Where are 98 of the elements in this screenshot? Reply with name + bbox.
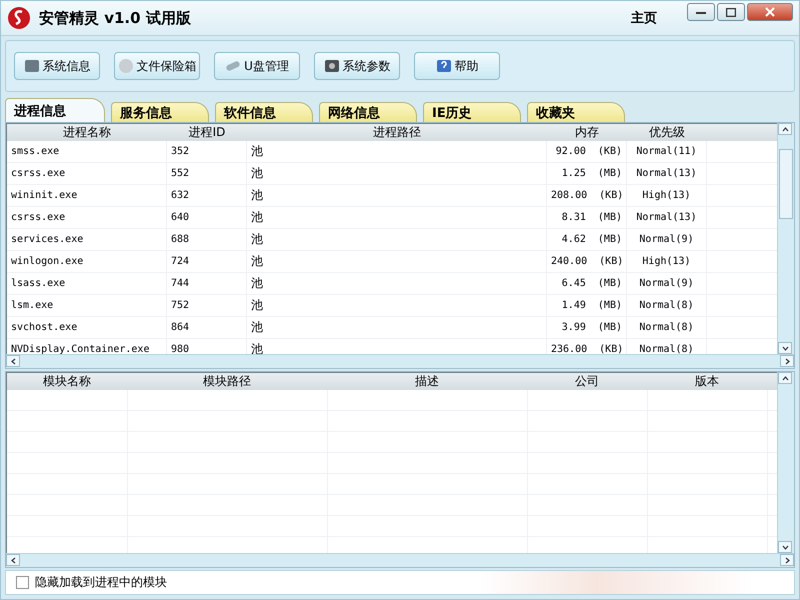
- column-header[interactable]: 进程ID: [167, 124, 247, 141]
- monitor-icon: [24, 58, 40, 74]
- table-cell: Normal(8): [627, 295, 707, 316]
- table-cell: 池: [247, 273, 547, 294]
- table-cell: 752: [167, 295, 247, 316]
- table-cell: 632: [167, 185, 247, 206]
- scrollbar[interactable]: [777, 372, 794, 553]
- table-cell: services.exe: [7, 229, 167, 250]
- horizontal-scrollbar[interactable]: [6, 553, 794, 567]
- table-cell: 208.00 (KB): [547, 185, 627, 206]
- chevron-icon: [10, 556, 16, 564]
- column-header[interactable]: 进程路径: [247, 124, 547, 141]
- tab[interactable]: 服务信息: [111, 102, 209, 122]
- column-header[interactable]: 优先级: [627, 124, 707, 141]
- chevron-icon: [782, 376, 788, 380]
- table-cell: 池: [247, 317, 547, 338]
- table-cell: Normal(8): [627, 317, 707, 338]
- table-cell: Normal(9): [627, 273, 707, 294]
- table-cell: 3.99 (MB): [547, 317, 627, 338]
- table-cell: 池: [247, 185, 547, 206]
- column-header[interactable]: 模块名称: [7, 373, 127, 390]
- tab[interactable]: 进程信息: [5, 98, 105, 122]
- table-cell: 640: [167, 207, 247, 228]
- camera-icon: [324, 58, 340, 74]
- table-cell: 240.00 (KB): [547, 251, 627, 272]
- table-cell: 6.45 (MB): [547, 273, 627, 294]
- table-cell: csrss.exe: [7, 163, 167, 184]
- table-cell: lsass.exe: [7, 273, 167, 294]
- toolbar-button[interactable]: 帮助: [414, 52, 500, 80]
- checkbox-label: 隐藏加载到进程中的模块: [35, 574, 167, 591]
- table-cell: 4.62 (MB): [547, 229, 627, 250]
- toolbar-button[interactable]: 系统信息: [14, 52, 100, 80]
- table-cell: 池: [247, 251, 547, 272]
- table-cell: 552: [167, 163, 247, 184]
- toolbar-button[interactable]: 文件保险箱: [114, 52, 200, 80]
- table-cell: 池: [247, 229, 547, 250]
- maximize-button[interactable]: [717, 3, 745, 21]
- scroll-right-button[interactable]: [780, 554, 794, 566]
- toolbar-button[interactable]: U盘管理: [214, 52, 300, 80]
- scroll-left-button[interactable]: [6, 355, 20, 367]
- table-cell: 池: [247, 141, 547, 162]
- scroll-thumb[interactable]: [779, 149, 793, 219]
- help-icon: [436, 58, 452, 74]
- horizontal-scrollbar[interactable]: [6, 354, 794, 368]
- table-cell: smss.exe: [7, 141, 167, 162]
- chevron-icon: [782, 126, 788, 132]
- column-header[interactable]: 进程名称: [7, 124, 167, 141]
- scroll-right-button[interactable]: [780, 355, 794, 367]
- table-cell: Normal(13): [627, 207, 707, 228]
- scroll-down-button[interactable]: [778, 541, 792, 553]
- toolbar-button[interactable]: 系统参数: [314, 52, 400, 80]
- table-cell: 864: [167, 317, 247, 338]
- maximize-icon: [726, 8, 736, 16]
- home-link[interactable]: 主页: [631, 9, 657, 27]
- window-title: 安管精灵 v1.0 试用版: [39, 8, 192, 28]
- tab[interactable]: 软件信息: [215, 102, 313, 122]
- tab[interactable]: IE历史: [423, 102, 521, 122]
- tab[interactable]: 网络信息: [319, 102, 417, 122]
- table-cell: Normal(13): [627, 163, 707, 184]
- logo-icon: [7, 6, 31, 30]
- column-header[interactable]: 内存: [547, 124, 627, 141]
- table-cell: 352: [167, 141, 247, 162]
- table-cell: 724: [167, 251, 247, 272]
- column-header[interactable]: 版本: [647, 373, 767, 390]
- table-cell: 池: [247, 207, 547, 228]
- scroll-up-button[interactable]: [778, 123, 792, 135]
- scrollbar[interactable]: [777, 123, 794, 354]
- table-cell: 8.31 (MB): [547, 207, 627, 228]
- scroll-down-button[interactable]: [778, 342, 792, 354]
- table-cell: csrss.exe: [7, 207, 167, 228]
- scroll-up-button[interactable]: [778, 372, 792, 384]
- table-cell: Normal(11): [627, 141, 707, 162]
- column-header[interactable]: 公司: [527, 373, 647, 390]
- table-cell: winlogon.exe: [7, 251, 167, 272]
- scroll-left-button[interactable]: [6, 554, 20, 566]
- minimize-icon: [696, 9, 706, 15]
- table-cell: svchost.exe: [7, 317, 167, 338]
- table-cell: 1.25 (MB): [547, 163, 627, 184]
- checkbox[interactable]: [16, 576, 29, 589]
- column-header[interactable]: 模块路径: [127, 373, 327, 390]
- minimize-button[interactable]: [687, 3, 715, 21]
- table-cell: 744: [167, 273, 247, 294]
- table-cell: lsm.exe: [7, 295, 167, 316]
- column-header[interactable]: 描述: [327, 373, 527, 390]
- table-cell: 688: [167, 229, 247, 250]
- table-cell: High(13): [627, 185, 707, 206]
- table-cell: 1.49 (MB): [547, 295, 627, 316]
- disc-icon: [118, 58, 134, 74]
- table-cell: 池: [247, 163, 547, 184]
- close-button[interactable]: [747, 3, 793, 21]
- table-cell: Normal(9): [627, 229, 707, 250]
- tab[interactable]: 收藏夹: [527, 102, 625, 122]
- chevron-icon: [10, 358, 16, 364]
- table-cell: 池: [247, 295, 547, 316]
- table-cell: High(13): [627, 251, 707, 272]
- table-cell: wininit.exe: [7, 185, 167, 206]
- table-cell: 92.00 (KB): [547, 141, 627, 162]
- close-icon: [765, 7, 775, 17]
